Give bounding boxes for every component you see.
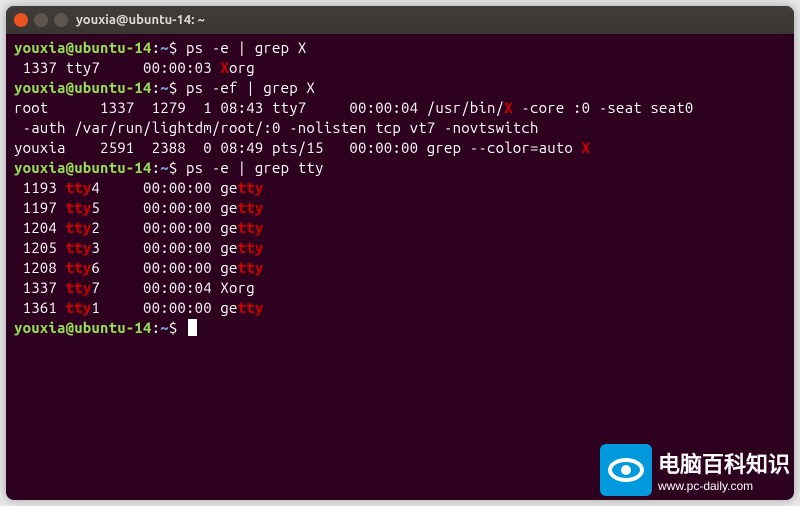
- output-text: 1337: [14, 279, 66, 296]
- eye-icon: [600, 444, 652, 496]
- grep-match: tty: [238, 179, 264, 196]
- output-text: 1197: [14, 199, 66, 216]
- grep-match: tty: [238, 259, 264, 276]
- grep-match: tty: [66, 199, 92, 216]
- output-text: 1193: [14, 179, 66, 196]
- grep-match: tty: [238, 299, 264, 316]
- minimize-icon[interactable]: [34, 13, 48, 27]
- prompt-symbol: $: [169, 79, 186, 96]
- output-line: 1337 tty7 00:00:04 Xorg: [14, 278, 786, 298]
- output-text: 1 00:00:00 ge: [91, 299, 237, 316]
- output-text: 1337 tty7 00:00:03: [14, 59, 220, 76]
- output-line: root 1337 1279 1 08:43 tty7 00:00:04 /us…: [14, 98, 786, 118]
- prompt-colon: :: [152, 79, 161, 96]
- grep-match: tty: [66, 279, 92, 296]
- prompt-symbol: $: [169, 159, 186, 176]
- prompt-path: ~: [160, 39, 169, 56]
- grep-match: tty: [238, 219, 264, 236]
- grep-match: X: [220, 59, 229, 76]
- watermark: 电脑百科知识 www.pc-daily.com: [600, 444, 790, 496]
- grep-match: tty: [66, 299, 92, 316]
- prompt-user-host: youxia@ubuntu-14: [14, 39, 152, 56]
- command-text: ps -e | grep tty: [186, 159, 324, 176]
- prompt-user-host: youxia@ubuntu-14: [14, 79, 152, 96]
- prompt-path: ~: [160, 79, 169, 96]
- output-text: root 1337 1279 1 08:43 tty7 00:00:04 /us…: [14, 99, 504, 116]
- output-text: -auth /var/run/lightdm/root/:0 -nolisten…: [14, 119, 539, 136]
- window-title: youxia@ubuntu-14: ~: [76, 13, 205, 27]
- prompt-line: youxia@ubuntu-14:~$: [14, 318, 786, 338]
- output-line: youxia 2591 2388 0 08:49 pts/15 00:00:00…: [14, 138, 786, 158]
- prompt-user-host: youxia@ubuntu-14: [14, 159, 152, 176]
- output-text: 3 00:00:00 ge: [91, 239, 237, 256]
- cursor-icon: [188, 319, 197, 336]
- watermark-url: www.pc-daily.com: [658, 479, 790, 493]
- close-icon[interactable]: [14, 13, 28, 27]
- prompt-path: ~: [160, 319, 169, 336]
- prompt-symbol: $: [169, 319, 186, 336]
- terminal-window: youxia@ubuntu-14: ~ youxia@ubuntu-14:~$ …: [6, 6, 794, 500]
- grep-match: X: [582, 139, 591, 156]
- titlebar[interactable]: youxia@ubuntu-14: ~: [6, 6, 794, 34]
- output-text: 1204: [14, 219, 66, 236]
- output-line: 1337 tty7 00:00:03 Xorg: [14, 58, 786, 78]
- output-text: 6 00:00:00 ge: [91, 259, 237, 276]
- maximize-icon[interactable]: [54, 13, 68, 27]
- grep-match: tty: [66, 259, 92, 276]
- command-text: ps -ef | grep X: [186, 79, 315, 96]
- prompt-colon: :: [152, 39, 161, 56]
- prompt-path: ~: [160, 159, 169, 176]
- output-text: org: [229, 59, 255, 76]
- watermark-text: 电脑百科知识 www.pc-daily.com: [658, 447, 790, 493]
- output-line: 1205 tty3 00:00:00 getty: [14, 238, 786, 258]
- output-text: 5 00:00:00 ge: [91, 199, 237, 216]
- window-controls: [14, 13, 68, 27]
- prompt-line: youxia@ubuntu-14:~$ ps -e | grep X: [14, 38, 786, 58]
- grep-match: tty: [66, 179, 92, 196]
- grep-match: tty: [238, 239, 264, 256]
- prompt-line: youxia@ubuntu-14:~$ ps -e | grep tty: [14, 158, 786, 178]
- prompt-colon: :: [152, 319, 161, 336]
- prompt-user-host: youxia@ubuntu-14: [14, 319, 152, 336]
- grep-match: X: [504, 99, 513, 116]
- prompt-symbol: $: [169, 39, 186, 56]
- prompt-line: youxia@ubuntu-14:~$ ps -ef | grep X: [14, 78, 786, 98]
- output-line: 1208 tty6 00:00:00 getty: [14, 258, 786, 278]
- output-line: 1204 tty2 00:00:00 getty: [14, 218, 786, 238]
- output-line: 1197 tty5 00:00:00 getty: [14, 198, 786, 218]
- output-text: 2 00:00:00 ge: [91, 219, 237, 236]
- terminal-area[interactable]: youxia@ubuntu-14:~$ ps -e | grep X 1337 …: [6, 34, 794, 342]
- watermark-main: 电脑百科知识: [658, 447, 790, 479]
- output-text: 1208: [14, 259, 66, 276]
- output-line: 1361 tty1 00:00:00 getty: [14, 298, 786, 318]
- grep-match: tty: [238, 199, 264, 216]
- output-line: 1193 tty4 00:00:00 getty: [14, 178, 786, 198]
- output-text: 7 00:00:04 Xorg: [91, 279, 254, 296]
- output-text: 4 00:00:00 ge: [91, 179, 237, 196]
- output-text: youxia 2591 2388 0 08:49 pts/15 00:00:00…: [14, 139, 582, 156]
- grep-match: tty: [66, 219, 92, 236]
- output-line: -auth /var/run/lightdm/root/:0 -nolisten…: [14, 118, 786, 138]
- output-text: -core :0 -seat seat0: [513, 99, 694, 116]
- grep-match: tty: [66, 239, 92, 256]
- prompt-colon: :: [152, 159, 161, 176]
- output-text: 1205: [14, 239, 66, 256]
- output-text: 1361: [14, 299, 66, 316]
- command-text: ps -e | grep X: [186, 39, 306, 56]
